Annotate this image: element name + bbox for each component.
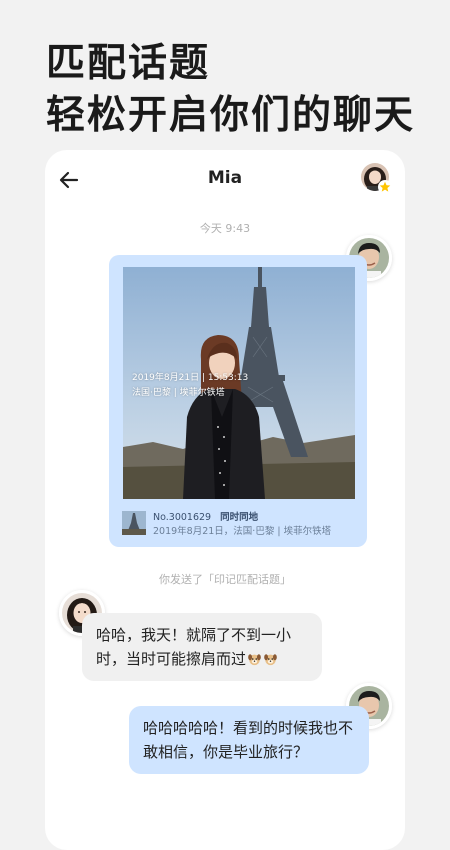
chat-title: Mia xyxy=(207,168,243,188)
promo-headline: 匹配话题 轻松开启你们的聊天 xyxy=(46,38,415,142)
chat-timestamp: 今天 9:43 xyxy=(199,222,251,235)
promo-line-1: 匹配话题 xyxy=(46,41,211,86)
dog-face-icon xyxy=(264,654,277,666)
card-thumbnail xyxy=(122,511,146,535)
card-number: No.3001629 xyxy=(153,512,212,523)
match-card[interactable]: 2019年8月21日 | 15:53:13 法国·巴黎 | 埃菲尔铁塔 No.3… xyxy=(109,255,367,547)
match-photo[interactable]: 2019年8月21日 | 15:53:13 法国·巴黎 | 埃菲尔铁塔 xyxy=(123,267,355,499)
photo-date: 2019年8月21日 | 15:53:13 xyxy=(132,373,249,383)
star-icon xyxy=(378,180,392,194)
chat-screen: Mia 今天 9:43 2019年8月21日 | 15:53:13 法国·巴黎 … xyxy=(45,150,405,850)
card-number-tag: 同时同地 xyxy=(220,512,259,523)
photo-place: 法国·巴黎 | 埃菲尔铁塔 xyxy=(132,388,225,398)
chat-header: Mia xyxy=(45,150,405,210)
message-bubble-received[interactable]: 哈哈，我天！就隔了不到一小时，当时可能擦肩而过 xyxy=(82,613,322,681)
dog-face-icon xyxy=(248,654,261,666)
system-notice: 你发送了「印记匹配话题」 xyxy=(159,573,291,586)
card-meta: 2019年8月21日，法国·巴黎 | 埃菲尔铁塔 xyxy=(153,526,332,537)
promo-line-2: 轻松开启你们的聊天 xyxy=(46,93,416,138)
photo-stamp: 2019年8月21日 | 15:53:13 法国·巴黎 | 埃菲尔铁塔 xyxy=(132,371,248,401)
message-bubble-sent[interactable]: 哈哈哈哈哈！看到的时候我也不敢相信，你是毕业旅行？ xyxy=(129,706,369,774)
message-text: 哈哈哈哈哈！看到的时候我也不敢相信，你是毕业旅行？ xyxy=(143,719,354,761)
card-number-line: No.3001629 同时同地 xyxy=(153,509,258,523)
